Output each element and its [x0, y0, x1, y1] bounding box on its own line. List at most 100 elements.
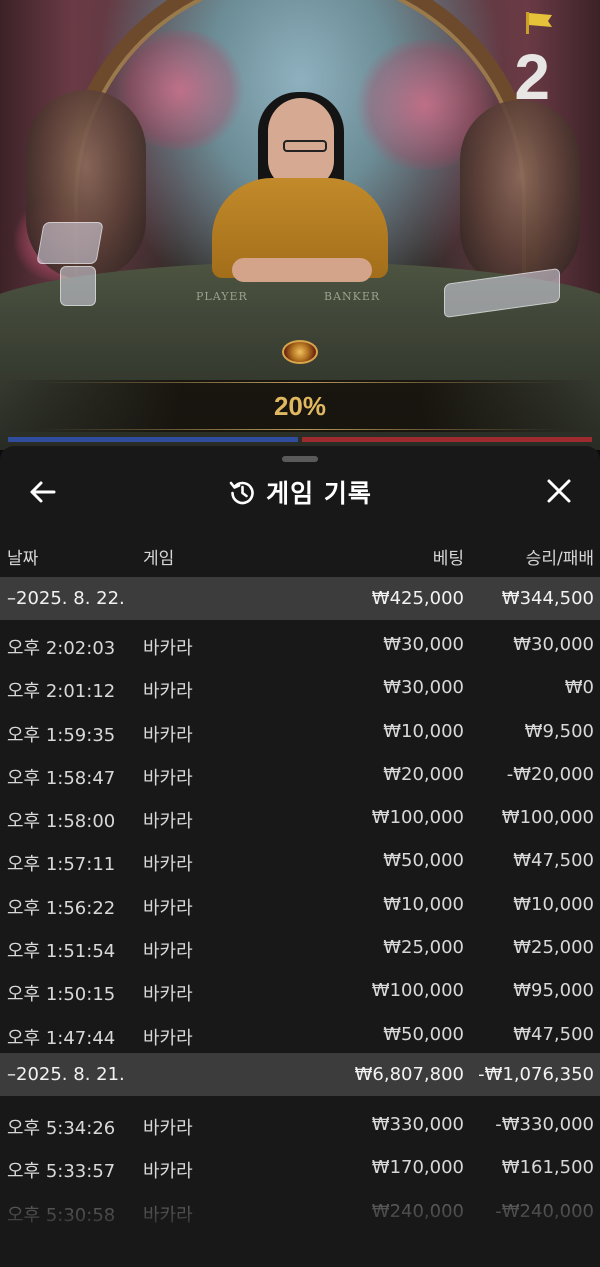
column-game: 게임: [143, 549, 175, 569]
row-game: 바카라: [143, 1027, 193, 1049]
bet-percentage: 20%: [273, 391, 327, 421]
row-result: ₩47,500: [513, 1023, 594, 1045]
banker-bet-line: [302, 437, 592, 442]
card-discard-tray: [60, 266, 96, 306]
round-number: 2: [514, 41, 550, 113]
table-row[interactable]: 오후 2:02:03 바카라 ₩30,000 ₩30,000: [0, 620, 600, 663]
row-result: ₩161,500: [501, 1157, 594, 1179]
table-label-player: PLAYER: [196, 290, 248, 303]
row-game: 바카라: [143, 1161, 193, 1183]
sheet-header: 게임 기록: [0, 470, 600, 512]
table-row[interactable]: 오후 1:47:44 바카라 ₩50,000 ₩47,500: [0, 1010, 600, 1053]
table-row[interactable]: 오후 1:58:00 바카라 ₩100,000 ₩100,000: [0, 793, 600, 836]
row-game: 바카라: [143, 638, 193, 659]
row-game: 바카라: [143, 984, 193, 1006]
date-group-row[interactable]: –2025. 8. 22. ₩425,000 ₩344,500: [0, 577, 600, 620]
history-icon: [229, 481, 254, 505]
dealer-glasses: [283, 140, 327, 152]
chip-icon: [282, 340, 318, 364]
row-time: 오후 1:47:44: [7, 1027, 116, 1049]
row-bet: ₩10,000: [383, 720, 464, 742]
history-list: –2025. 8. 22. ₩425,000 ₩344,500 오후 2:02:…: [0, 577, 600, 1230]
group-result-total: ₩344,500: [501, 588, 594, 609]
column-bet: 베팅: [432, 549, 464, 569]
table-row[interactable]: 오후 1:51:54 바카라 ₩25,000 ₩25,000: [0, 923, 600, 966]
table-row[interactable]: 오후 1:57:11 바카라 ₩50,000 ₩47,500: [0, 836, 600, 879]
row-game: 바카라: [143, 1117, 193, 1139]
table-row[interactable]: 오후 5:34:26 바카라 ₩330,000 -₩330,000: [0, 1100, 600, 1143]
row-time: 오후 1:51:54: [7, 941, 116, 963]
group-result-total: -₩1,076,350: [478, 1063, 594, 1085]
dealer-hands: [232, 258, 372, 282]
row-result: ₩25,000: [513, 937, 594, 959]
row-time: 오후 1:50:15: [7, 984, 116, 1006]
row-time: 오후 1:58:00: [7, 811, 116, 833]
table-row[interactable]: 오후 1:58:47 바카라 ₩20,000 -₩20,000: [0, 750, 600, 793]
row-time: 오후 1:56:22: [7, 897, 116, 919]
row-bet: ₩10,000: [383, 893, 464, 915]
dragon-statue-right: [460, 100, 580, 290]
row-game: 바카라: [143, 811, 193, 833]
card-holder: [36, 222, 104, 264]
drag-handle[interactable]: [282, 456, 318, 462]
row-time: 오후 5:34:26: [7, 1117, 116, 1139]
row-bet: ₩100,000: [371, 807, 464, 829]
row-result: ₩0: [564, 677, 594, 699]
row-result: ₩47,500: [513, 850, 594, 872]
group-date: –2025. 8. 21.: [7, 1063, 125, 1085]
row-result: ₩100,000: [501, 807, 594, 829]
table-row[interactable]: 오후 1:56:22 바카라 ₩10,000 ₩10,000: [0, 880, 600, 923]
table-row[interactable]: 오후 1:50:15 바카라 ₩100,000 ₩95,000: [0, 966, 600, 1009]
row-result: ₩95,000: [513, 980, 594, 1002]
row-result: -₩240,000: [495, 1200, 594, 1222]
row-time: 오후 2:01:12: [7, 681, 116, 703]
row-result: -₩330,000: [495, 1113, 594, 1135]
row-time: 오후 1:57:11: [7, 854, 116, 876]
row-time: 오후 1:58:47: [7, 767, 116, 789]
row-time: 오후 5:30:58: [7, 1204, 116, 1226]
row-game: 바카라: [143, 767, 193, 789]
table-row[interactable]: 오후 5:30:58 바카라 ₩240,000 -₩240,000: [0, 1187, 600, 1230]
row-game: 바카라: [143, 854, 193, 876]
row-bet: ₩30,000: [383, 677, 464, 699]
row-result: -₩20,000: [506, 763, 594, 785]
row-game: 바카라: [143, 1204, 193, 1226]
column-result: 승리/패배: [525, 549, 594, 569]
row-bet: ₩170,000: [371, 1157, 464, 1179]
close-button[interactable]: [544, 476, 574, 506]
row-bet: ₩330,000: [371, 1113, 464, 1135]
row-bet: ₩30,000: [383, 634, 464, 655]
row-game: 바카라: [143, 897, 193, 919]
flag-icon: [526, 12, 552, 34]
row-time: 오후 1:59:35: [7, 724, 116, 746]
row-bet: ₩50,000: [383, 1023, 464, 1045]
table-row[interactable]: 오후 1:59:35 바카라 ₩10,000 ₩9,500: [0, 707, 600, 750]
row-result: ₩9,500: [524, 720, 594, 742]
row-time: 오후 2:02:03: [7, 638, 116, 659]
bet-percentage-bar: 20%: [0, 380, 600, 432]
group-date: –2025. 8. 22.: [7, 588, 125, 609]
row-time: 오후 5:33:57: [7, 1161, 116, 1183]
row-bet: ₩50,000: [383, 850, 464, 872]
column-headers: 날짜 게임 베팅 승리/패배: [0, 544, 600, 569]
sheet-title: 게임 기록: [266, 479, 372, 508]
row-bet: ₩240,000: [371, 1200, 464, 1222]
row-game: 바카라: [143, 941, 193, 963]
table-row[interactable]: 오후 5:33:57 바카라 ₩170,000 ₩161,500: [0, 1143, 600, 1186]
date-group-row[interactable]: –2025. 8. 21. ₩6,807,800 -₩1,076,350: [0, 1052, 600, 1096]
table-label-banker: BANKER: [324, 290, 381, 303]
row-bet: ₩20,000: [383, 763, 464, 785]
row-game: 바카라: [143, 681, 193, 703]
row-game: 바카라: [143, 724, 193, 746]
live-video: PLAYER BANKER 2 20%: [0, 0, 600, 450]
column-date: 날짜: [7, 549, 39, 569]
table-row[interactable]: 오후 2:01:12 바카라 ₩30,000 ₩0: [0, 663, 600, 706]
sheet-title-wrap: 게임 기록: [0, 474, 600, 510]
close-icon: [547, 479, 571, 503]
player-bet-line: [8, 437, 298, 442]
row-result: ₩10,000: [513, 893, 594, 915]
game-history-sheet: 게임 기록 날짜 게임 베팅 승리/패배 –2025. 8. 22. ₩425,…: [0, 446, 600, 1267]
row-result: ₩30,000: [513, 634, 594, 655]
row-bet: ₩25,000: [383, 937, 464, 959]
group-bet-total: ₩6,807,800: [354, 1063, 464, 1085]
